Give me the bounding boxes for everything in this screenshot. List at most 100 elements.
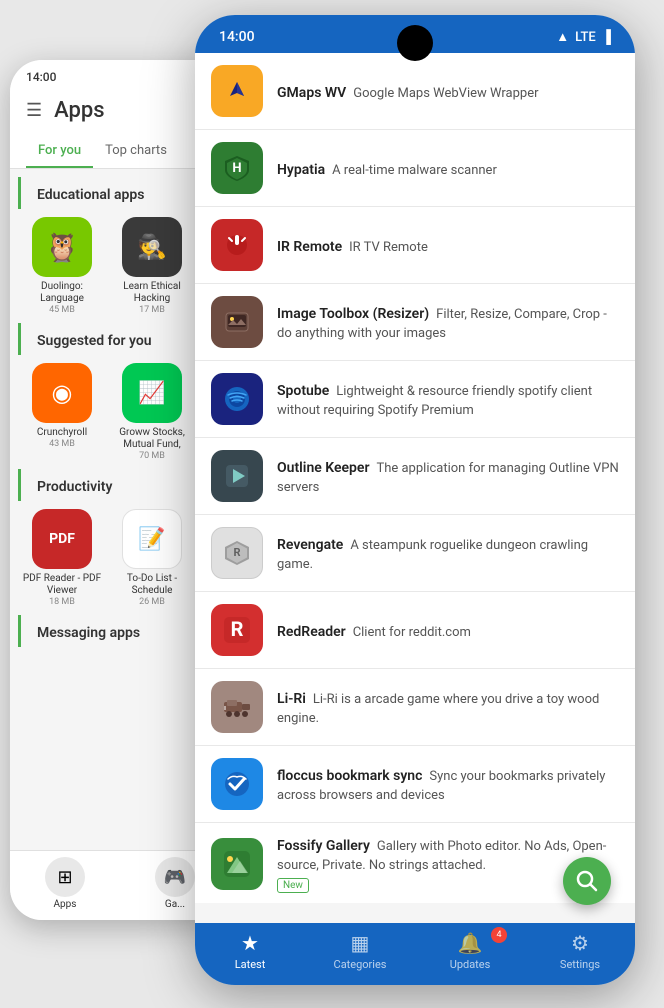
nav-categories-label: Categories	[334, 958, 387, 971]
nav-latest-label: Latest	[235, 958, 266, 971]
liri-text: Li-Ri Li-Ri is a arcade game where you d…	[277, 688, 619, 726]
groww-icon: 📈	[122, 363, 182, 423]
duolingo-name: Duolingo: Language	[22, 281, 102, 305]
wifi-icon: ▲	[556, 29, 569, 45]
outline-icon	[211, 450, 263, 502]
revengate-icon: R	[211, 527, 263, 579]
imagetoolbox-name: Image Toolbox (Resizer)	[277, 306, 429, 322]
nav-settings-label: Settings	[560, 958, 600, 971]
updates-bell-icon: 🔔	[458, 931, 483, 955]
irremote-desc: IR TV Remote	[349, 240, 428, 255]
crunchyroll-size: 43 MB	[49, 439, 75, 449]
gmaps-desc: Google Maps WebView Wrapper	[353, 86, 538, 101]
irremote-name: IR Remote	[277, 239, 342, 255]
nav-latest[interactable]: ★ Latest	[195, 931, 305, 971]
todo-icon: 📝	[122, 509, 182, 569]
imagetoolbox-text: Image Toolbox (Resizer) Filter, Resize, …	[277, 303, 619, 341]
app-groww[interactable]: 📈 Groww Stocks, Mutual Fund, 70 MB	[112, 363, 192, 461]
list-item[interactable]: IR Remote IR TV Remote	[195, 207, 635, 284]
todo-small-size: 26 MB	[139, 597, 165, 607]
fg-time: 14:00	[219, 29, 255, 45]
bg-nav-games-label: Ga...	[165, 899, 185, 910]
apps-grid-icon: ⊞	[45, 857, 85, 897]
duolingo-icon: 🦉	[32, 217, 92, 277]
search-fab-button[interactable]	[563, 857, 611, 905]
svg-text:R: R	[231, 617, 244, 641]
new-badge: New	[277, 878, 309, 893]
fossify-name: Fossify Gallery	[277, 838, 370, 854]
redreader-desc: Client for reddit.com	[353, 625, 471, 640]
status-icons: ▲ LTE ▐	[556, 29, 611, 45]
list-item[interactable]: R Revengate A steampunk roguelike dungeo…	[195, 515, 635, 592]
app-todo-small[interactable]: 📝 To-Do List - Schedule 26 MB	[112, 509, 192, 607]
floccus-name: floccus bookmark sync	[277, 768, 422, 784]
list-item[interactable]: Image Toolbox (Resizer) Filter, Resize, …	[195, 284, 635, 361]
spotube-icon	[211, 373, 263, 425]
foreground-phone: 14:00 ▲ LTE ▐ GMaps WV Google Maps WebVi…	[195, 15, 635, 985]
app-learn-hacking[interactable]: 🕵 Learn Ethical Hacking 17 MB	[112, 217, 192, 315]
outline-name: Outline Keeper	[277, 460, 369, 476]
outline-text: Outline Keeper The application for manag…	[277, 457, 619, 495]
redreader-icon: R	[211, 604, 263, 656]
floccus-text: floccus bookmark sync Sync your bookmark…	[277, 765, 619, 803]
app-list: GMaps WV Google Maps WebView Wrapper H H…	[195, 53, 635, 903]
nav-updates[interactable]: 🔔 4 Updates	[415, 931, 525, 971]
svg-text:R: R	[233, 546, 240, 559]
duolingo-size: 45 MB	[49, 305, 75, 315]
nav-settings[interactable]: ⚙ Settings	[525, 931, 635, 971]
irremote-text: IR Remote IR TV Remote	[277, 236, 619, 255]
todo-small-name: To-Do List - Schedule	[112, 573, 192, 597]
settings-icon: ⚙	[571, 931, 589, 955]
irremote-icon	[211, 219, 263, 271]
bg-nav-apps-label: Apps	[54, 899, 77, 910]
gmaps-icon	[211, 65, 263, 117]
gmaps-text: GMaps WV Google Maps WebView Wrapper	[277, 82, 619, 101]
pdf-icon: PDF	[32, 509, 92, 569]
list-item[interactable]: floccus bookmark sync Sync your bookmark…	[195, 746, 635, 823]
svg-text:H: H	[232, 161, 241, 176]
pdf-size: 18 MB	[49, 597, 75, 607]
games-icon: 🎮	[155, 857, 195, 897]
hypatia-text: Hypatia A real-time malware scanner	[277, 159, 619, 178]
liri-desc: Li-Ri is a arcade game where you drive a…	[277, 692, 599, 726]
updates-badge: 4	[491, 927, 507, 943]
list-item[interactable]: R RedReader Client for reddit.com	[195, 592, 635, 669]
tab-for-you[interactable]: For you	[26, 135, 93, 168]
tab-top-charts[interactable]: Top charts	[93, 135, 179, 168]
groww-size: 70 MB	[139, 451, 165, 461]
app-duolingo[interactable]: 🦉 Duolingo: Language 45 MB	[22, 217, 102, 315]
learn-hacking-icon: 🕵	[122, 217, 182, 277]
revengate-name: Revengate	[277, 537, 343, 553]
latest-icon: ★	[241, 931, 259, 955]
battery-icon: ▐	[602, 29, 611, 45]
nav-updates-label: Updates	[450, 958, 491, 971]
bg-page-title: Apps	[54, 98, 104, 123]
fg-bottom-nav: ★ Latest ▦ Categories 🔔 4 Updates ⚙ Sett…	[195, 923, 635, 985]
learn-hacking-size: 17 MB	[139, 305, 165, 315]
imagetoolbox-icon	[211, 296, 263, 348]
bg-time: 14:00	[26, 70, 56, 84]
list-item[interactable]: H Hypatia A real-time malware scanner	[195, 130, 635, 207]
list-item[interactable]: Li-Ri Li-Ri is a arcade game where you d…	[195, 669, 635, 746]
list-item[interactable]: GMaps WV Google Maps WebView Wrapper	[195, 53, 635, 130]
nav-categories[interactable]: ▦ Categories	[305, 931, 415, 971]
hypatia-icon: H	[211, 142, 263, 194]
learn-hacking-name: Learn Ethical Hacking	[112, 281, 192, 305]
app-crunchyroll[interactable]: ◉ Crunchyroll 43 MB	[22, 363, 102, 461]
categories-icon: ▦	[351, 931, 370, 955]
app-pdf[interactable]: PDF PDF Reader - PDF Viewer 18 MB	[22, 509, 102, 607]
fossify-icon	[211, 838, 263, 890]
list-item[interactable]: Spotube Lightweight & resource friendly …	[195, 361, 635, 438]
liri-icon	[211, 681, 263, 733]
menu-icon[interactable]: ☰	[26, 100, 42, 121]
list-item[interactable]: Outline Keeper The application for manag…	[195, 438, 635, 515]
redreader-name: RedReader	[277, 624, 346, 640]
hypatia-name: Hypatia	[277, 162, 325, 178]
camera-notch	[397, 25, 433, 61]
liri-name: Li-Ri	[277, 691, 306, 707]
gmaps-name: GMaps WV	[277, 85, 346, 101]
revengate-text: Revengate A steampunk roguelike dungeon …	[277, 534, 619, 572]
bg-nav-apps[interactable]: ⊞ Apps	[10, 857, 120, 910]
groww-name: Groww Stocks, Mutual Fund,	[112, 427, 192, 451]
spotube-text: Spotube Lightweight & resource friendly …	[277, 380, 619, 418]
